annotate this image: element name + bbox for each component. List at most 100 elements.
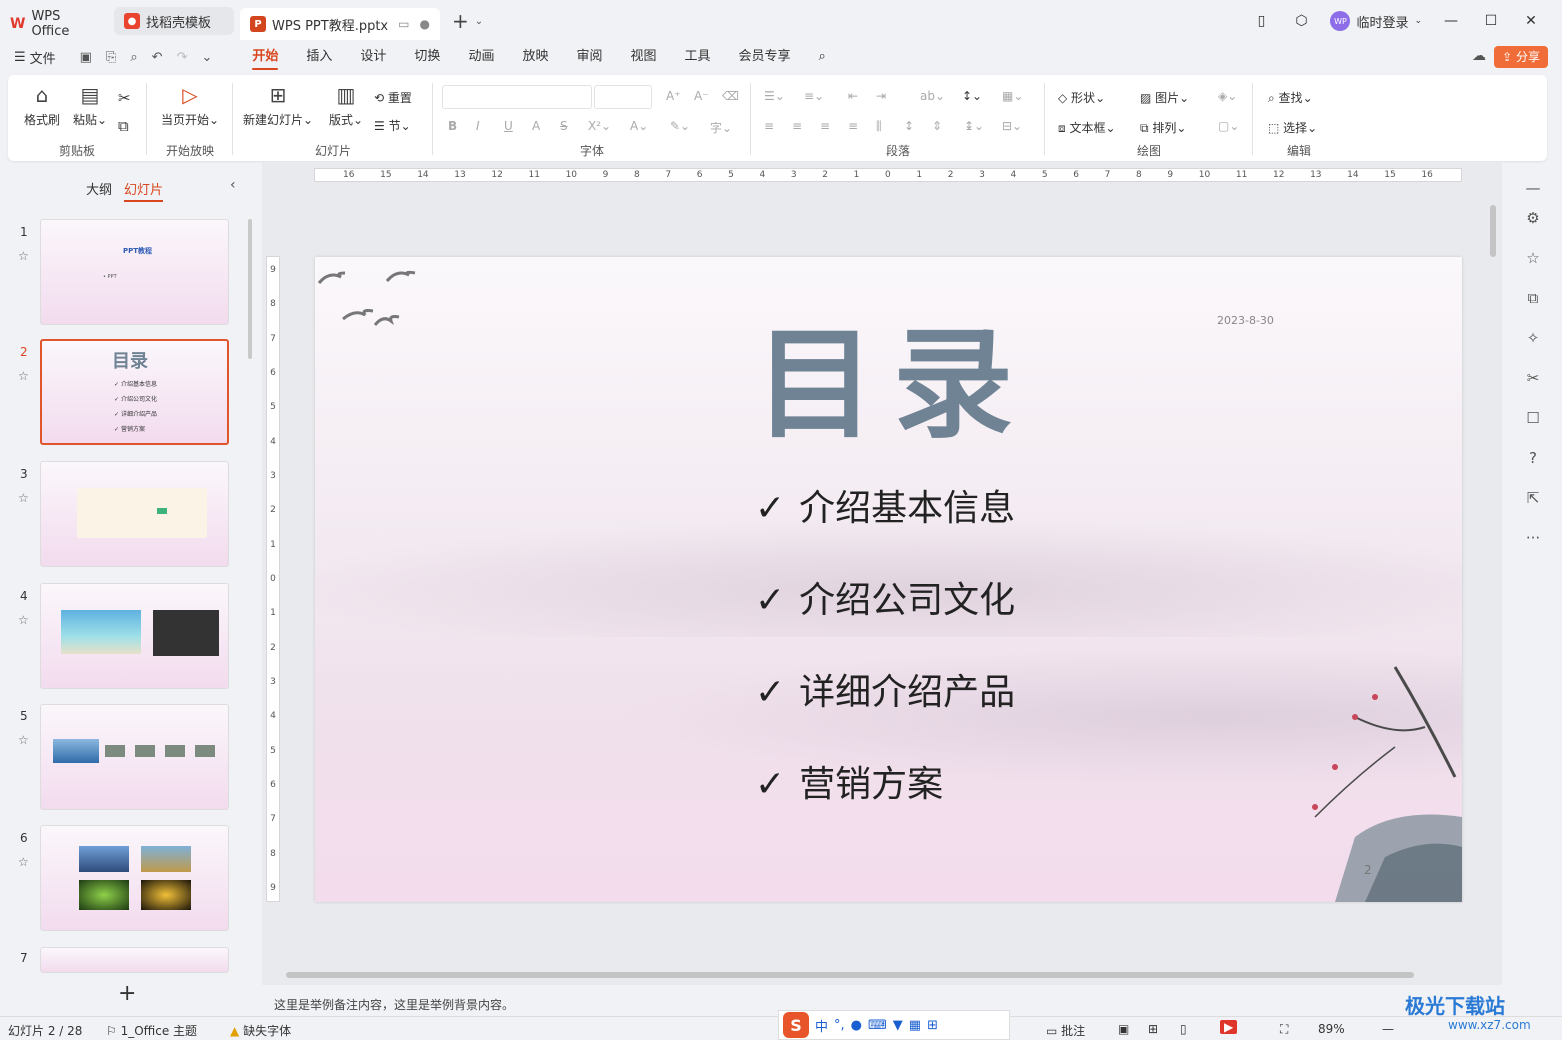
- save-icon[interactable]: ▣: [80, 50, 92, 65]
- theme-indicator[interactable]: ⚐ 1_Office 主题: [106, 1022, 197, 1039]
- slide-thumbnail-5[interactable]: [40, 704, 229, 810]
- help-icon[interactable]: ?: [1522, 449, 1544, 467]
- horizontal-scrollbar[interactable]: [286, 972, 1414, 978]
- ime-toolbar[interactable]: S 中 °, ● ⌨ ▼ ▦ ⊞: [778, 1010, 1010, 1040]
- outline-icon[interactable]: ▢⌄: [1218, 119, 1239, 133]
- new-slide-button[interactable]: ⊞ 新建幻灯片⌄: [242, 83, 314, 128]
- play-slideshow-icon[interactable]: ▶: [1220, 1020, 1238, 1034]
- cloud-icon[interactable]: ☁: [1472, 48, 1486, 64]
- tab-active-document[interactable]: P WPS PPT教程.pptx ▭ ●: [240, 8, 440, 40]
- sorter-view-icon[interactable]: ⊞: [1148, 1022, 1158, 1036]
- more-chevron-icon[interactable]: ⌄: [201, 50, 212, 65]
- star-icon[interactable]: ☆: [18, 733, 29, 747]
- tab-member[interactable]: 会员专享: [725, 42, 805, 72]
- text-direction-icon[interactable]: ab⌄: [920, 89, 945, 103]
- keyboard-icon[interactable]: ⌨: [868, 1018, 887, 1033]
- zoom-out-icon[interactable]: —: [1382, 1022, 1394, 1036]
- agenda-item[interactable]: ✓ 详细介绍产品: [755, 663, 1015, 715]
- agenda-item[interactable]: ✓ 介绍基本信息: [755, 479, 1015, 531]
- star-icon[interactable]: ☆: [18, 249, 29, 263]
- underline-icon[interactable]: U: [504, 119, 513, 133]
- slide-thumbnail-1[interactable]: PPT教程 • PPT: [40, 219, 229, 325]
- line-spacing-icon[interactable]: ↕: [904, 119, 914, 133]
- fit-window-icon[interactable]: ⛶: [1280, 1022, 1288, 1037]
- star-icon[interactable]: ☆: [18, 369, 29, 383]
- align-center-icon[interactable]: ≡: [792, 119, 802, 133]
- search-icon[interactable]: ⌕: [805, 42, 840, 72]
- shadow-text-icon[interactable]: A: [532, 119, 540, 133]
- layout-button[interactable]: ▥ 版式⌄: [326, 83, 366, 128]
- shape-button[interactable]: ◇ 形状⌄: [1058, 89, 1105, 106]
- numbering-icon[interactable]: ≡⌄: [804, 89, 824, 103]
- collapse-panel-icon[interactable]: ‹: [230, 177, 236, 193]
- distribute-icon[interactable]: ⫼: [876, 119, 882, 134]
- sort-icon[interactable]: ↕⌄: [962, 89, 982, 103]
- slide-thumbnail-2[interactable]: 目录 ✓ 介绍基本信息 ✓ 介绍公司文化 ✓ 详细介绍产品 ✓ 营销方案: [40, 339, 229, 445]
- superscript-icon[interactable]: X²⌄: [588, 119, 611, 133]
- punctuation-icon[interactable]: °,: [834, 1018, 845, 1033]
- increase-font-icon[interactable]: A⁺: [666, 89, 681, 103]
- fill-icon[interactable]: ◈⌄: [1218, 89, 1237, 103]
- tab-slideshow[interactable]: 放映: [508, 42, 562, 72]
- tab-transition[interactable]: 切换: [400, 42, 454, 72]
- star-icon[interactable]: ☆: [18, 491, 29, 505]
- skin-icon[interactable]: ▼: [893, 1018, 903, 1033]
- cut-icon[interactable]: ✂: [118, 89, 131, 107]
- microphone-icon[interactable]: ●: [851, 1018, 862, 1033]
- maximize-icon[interactable]: ☐: [1480, 13, 1502, 29]
- ime-lang[interactable]: 中: [815, 1016, 828, 1035]
- comment-button[interactable]: ▭ 批注: [1046, 1022, 1085, 1039]
- align-left-icon[interactable]: ≡: [764, 119, 774, 133]
- layout-icon[interactable]: ▯: [1250, 13, 1272, 29]
- zoom-level[interactable]: 89%: [1318, 1022, 1345, 1036]
- text-align-vertical-icon[interactable]: ⊟⌄: [1002, 119, 1022, 133]
- format-painter-button[interactable]: ⌂ 格式刷: [22, 83, 62, 128]
- bold-icon[interactable]: B: [448, 119, 457, 133]
- slide-thumbnail-6[interactable]: [40, 825, 229, 931]
- slide-date[interactable]: 2023-8-30: [1217, 314, 1274, 327]
- export-icon[interactable]: ⎘: [106, 50, 116, 65]
- file-menu[interactable]: ☰ 文件: [14, 48, 56, 67]
- columns-icon[interactable]: ▦⌄: [1002, 89, 1023, 103]
- agenda-item[interactable]: ✓ 营销方案: [755, 755, 943, 807]
- more-icon[interactable]: ···: [1522, 529, 1544, 547]
- vertical-scrollbar[interactable]: [1490, 205, 1496, 257]
- tab-insert[interactable]: 插入: [292, 42, 346, 72]
- redo-icon[interactable]: ↷: [177, 50, 188, 65]
- reset-button[interactable]: ⟲ 重置: [374, 89, 412, 106]
- missing-font-indicator[interactable]: ▲ 缺失字体: [230, 1022, 291, 1039]
- reading-view-icon[interactable]: ▯: [1180, 1022, 1187, 1036]
- tab-review[interactable]: 审阅: [562, 42, 616, 72]
- undo-icon[interactable]: ↶: [152, 50, 163, 65]
- slide-canvas[interactable]: 目录 2023-8-30 ✓ 介绍基本信息 ✓ 介绍公司文化 ✓ 详细介绍产品 ✓ 营销…: [315, 257, 1462, 902]
- star-icon[interactable]: ☆: [18, 613, 29, 627]
- apps-icon[interactable]: ⊞: [927, 1018, 938, 1033]
- tab-home[interactable]: 开始: [238, 42, 292, 72]
- tab-view[interactable]: 视图: [616, 42, 670, 72]
- decrease-indent-icon[interactable]: ⇤: [848, 89, 858, 103]
- find-button[interactable]: ⌕ 查找⌄: [1268, 89, 1313, 106]
- font-size-select[interactable]: [594, 85, 652, 109]
- font-color-icon[interactable]: A⌄: [630, 119, 648, 133]
- new-tab-plus-icon[interactable]: +: [452, 9, 469, 33]
- tools-icon[interactable]: ✂: [1522, 369, 1544, 387]
- close-icon[interactable]: ✕: [1520, 13, 1542, 29]
- toolbox-icon[interactable]: ▦: [909, 1018, 921, 1033]
- agenda-item[interactable]: ✓ 介绍公司文化: [755, 571, 1015, 623]
- copy-icon[interactable]: ⧉: [118, 117, 129, 135]
- increase-indent-icon[interactable]: ⇥: [876, 89, 886, 103]
- textbox-button[interactable]: ⧈ 文本框⌄: [1058, 119, 1116, 136]
- clear-format-icon[interactable]: ⌫: [722, 89, 739, 103]
- slide-thumbnail-3[interactable]: [40, 461, 229, 567]
- tab-outline[interactable]: 大纲: [86, 179, 112, 202]
- picture-button[interactable]: ▨ 图片⌄: [1140, 89, 1189, 106]
- paragraph-spacing-icon[interactable]: ⇕: [932, 119, 942, 133]
- tab-tools[interactable]: 工具: [671, 42, 725, 72]
- book-icon[interactable]: ☐: [1522, 409, 1544, 427]
- slide-thumbnail-7[interactable]: [40, 947, 229, 973]
- tab-design[interactable]: 设计: [346, 42, 400, 72]
- share-icon[interactable]: ⇱: [1522, 489, 1544, 507]
- add-slide-plus-icon[interactable]: +: [118, 981, 136, 1006]
- animation-icon[interactable]: ✧: [1522, 329, 1544, 347]
- tab-animation[interactable]: 动画: [454, 42, 508, 72]
